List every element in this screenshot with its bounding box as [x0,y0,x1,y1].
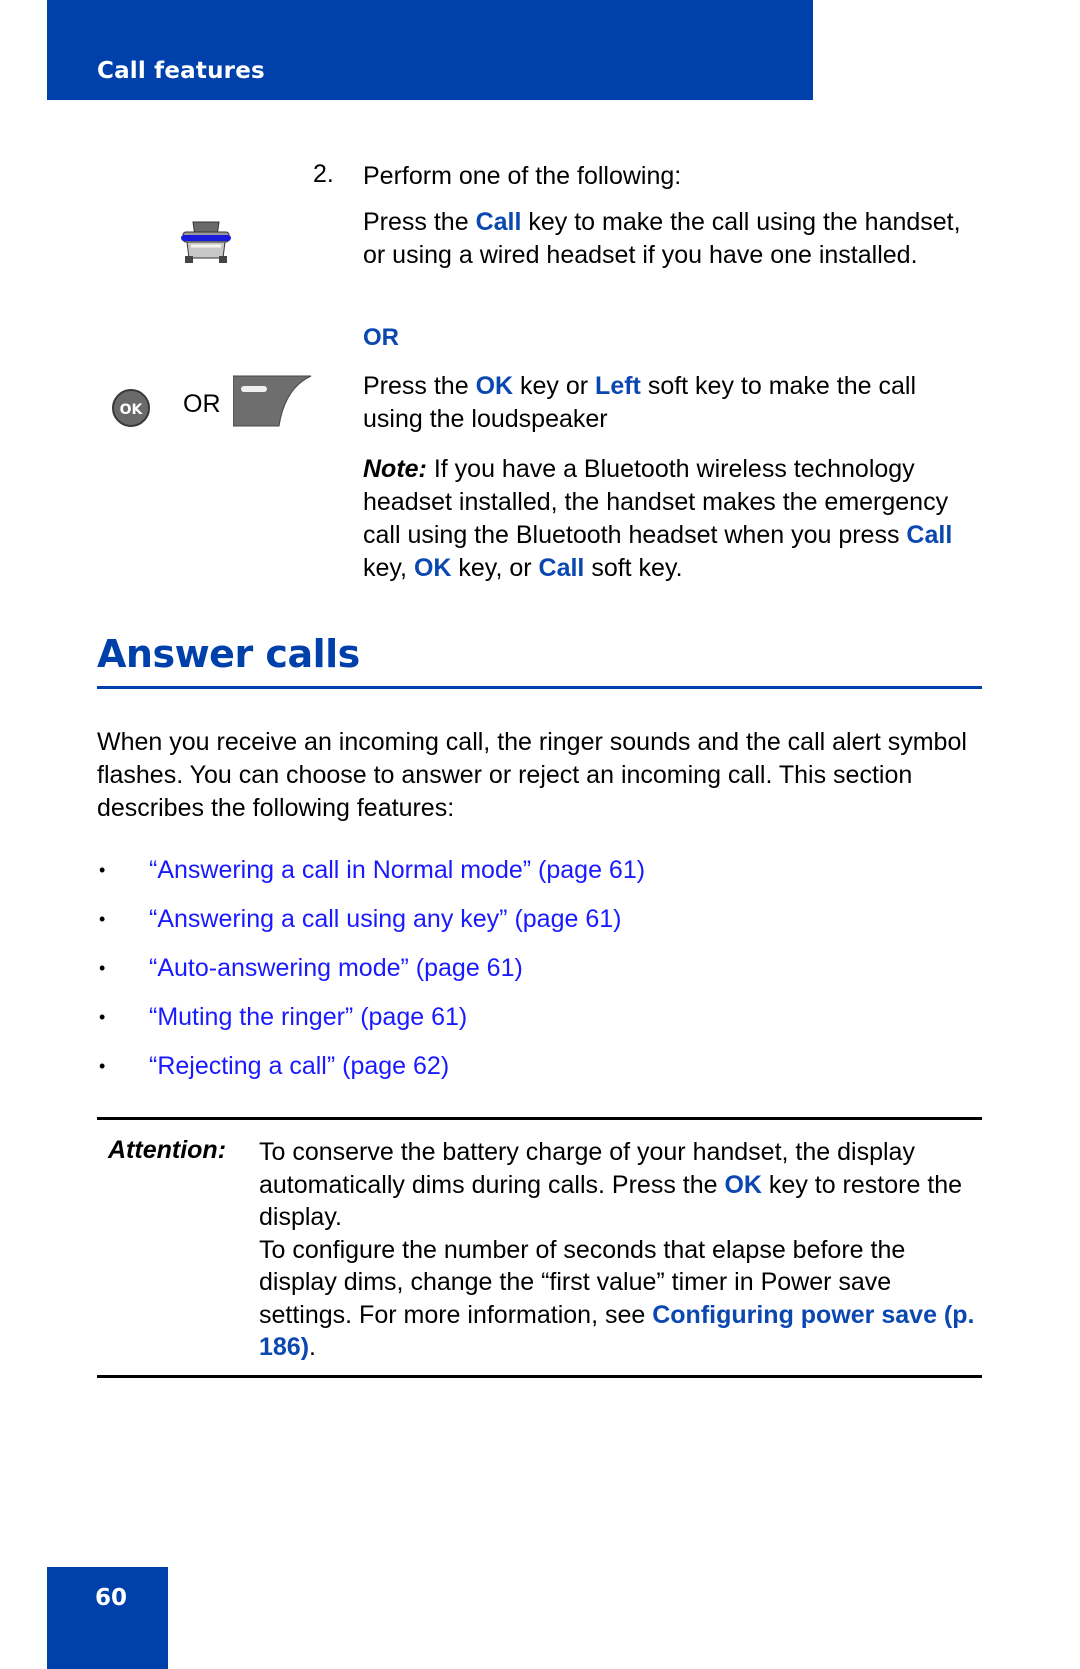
attention-text: . [309,1333,316,1361]
feature-link[interactable]: “Muting the ringer” (page 61) [149,1001,467,1050]
svg-text:OK: OK [120,402,144,418]
note-text: key, or [451,554,539,582]
note-text: key, [363,554,414,582]
note-label: Note: [363,455,427,483]
call-key-label: Call [475,208,522,236]
page-number-box: 60 [47,1567,168,1669]
note-call-key: Call [906,521,953,549]
option-ok-key: Press the OK key or Left soft key to mak… [363,370,973,436]
section-divider [97,686,982,689]
call-key-phone-icon [181,221,231,263]
list-item: • “Rejecting a call” (page 62) [97,1050,645,1099]
section-title: Answer calls [97,632,360,676]
or-separator: OR [363,324,399,351]
note-call-softkey: Call [538,554,585,582]
option-call-key: Press the Call key to make the call usin… [363,206,963,272]
bullet-icon: • [99,909,106,929]
bullet-icon: • [99,1007,106,1027]
feature-link[interactable]: “Answering a call in Normal mode” (page … [149,854,645,903]
attention-ok-key: OK [724,1170,762,1199]
left-key-label: Left [595,372,641,400]
note-paragraph: Note: If you have a Bluetooth wireless t… [363,453,968,585]
attention-paragraph-1: To conserve the battery charge of your h… [259,1136,989,1234]
ok-key-icon: OK [112,389,150,427]
list-item: • “Muting the ringer” (page 61) [97,1001,645,1050]
option-ok-text: Press the [363,372,476,400]
icon-or-text: OR [183,390,221,418]
option-call-text: Press the [363,208,476,236]
attention-paragraph-2: To configure the number of seconds that … [259,1234,989,1364]
attention-bottom-rule [97,1375,982,1378]
attention-body: To conserve the battery charge of your h… [259,1136,989,1364]
page-number: 60 [95,1585,128,1611]
left-soft-key-icon [233,375,312,427]
note-ok-key: OK [413,554,452,582]
feature-link[interactable]: “Rejecting a call” (page 62) [149,1050,449,1099]
feature-link[interactable]: “Auto-answering mode” (page 61) [149,952,523,1001]
ok-key-label: OK [475,372,514,400]
chapter-title: Call features [97,58,265,84]
option-ok-mid: key or [513,372,596,400]
note-text: If you have a Bluetooth wireless technol… [363,455,949,549]
feature-list: • “Answering a call in Normal mode” (page… [97,854,645,1099]
chapter-header-bar: Call features [47,0,813,100]
note-text: soft key. [584,554,683,582]
list-item: • “Answering a call using any key” (page … [97,903,645,952]
bullet-icon: • [99,1056,106,1076]
list-item: • “Auto-answering mode” (page 61) [97,952,645,1001]
list-item: • “Answering a call in Normal mode” (page… [97,854,645,903]
step-intro: Perform one of the following: [363,162,682,190]
attention-label: Attention: [108,1136,227,1164]
bullet-icon: • [99,860,106,880]
bullet-icon: • [99,958,106,978]
feature-link[interactable]: “Answering a call using any key” (page 6… [149,903,621,952]
attention-top-rule [97,1117,982,1120]
section-intro: When you receive an incoming call, the r… [97,728,967,822]
step-number: 2. [313,160,334,188]
